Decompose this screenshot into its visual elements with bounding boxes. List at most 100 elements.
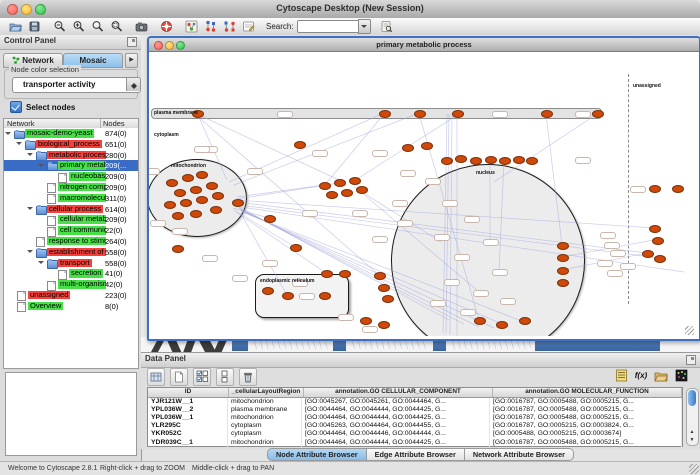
network-node[interactable] xyxy=(164,201,176,209)
table-row[interactable]: YJR121W__1mitochondrion[GO:0045267, GO:0… xyxy=(148,398,682,406)
network-node[interactable] xyxy=(496,321,508,329)
search-input[interactable] xyxy=(297,20,358,33)
network-node[interactable] xyxy=(290,244,302,252)
tree-row[interactable]: multi-organism pro42(0) xyxy=(4,279,138,290)
tree-row[interactable]: macromolecule311(0) xyxy=(4,193,138,204)
zoom-selected-icon[interactable] xyxy=(110,20,123,33)
tree-row-label[interactable]: response to stimulu xyxy=(47,237,106,246)
network-node[interactable] xyxy=(319,292,331,300)
network-node[interactable] xyxy=(474,317,486,325)
tree-row[interactable]: transport558(0) xyxy=(4,258,138,269)
vizmapper-icon[interactable] xyxy=(185,20,198,33)
network-node[interactable] xyxy=(649,225,661,233)
table-cell[interactable]: mitochondrion xyxy=(228,398,302,406)
network-node[interactable] xyxy=(196,196,208,204)
table-cell[interactable]: [GO:0044464, GO:0044444, GO:0044425, G..… xyxy=(302,414,490,422)
unselect-attributes-icon[interactable] xyxy=(216,368,234,386)
zoom-in-icon[interactable] xyxy=(72,20,85,33)
network-node[interactable] xyxy=(379,110,391,118)
table-row[interactable]: YDR039C__1mitochondrion[GO:0044464, GO:0… xyxy=(148,439,682,447)
network-node[interactable] xyxy=(190,186,202,194)
tree-row[interactable]: nitrogen compo209(0) xyxy=(4,182,138,193)
network-node[interactable] xyxy=(374,272,386,280)
network-node[interactable] xyxy=(334,179,346,187)
table-cell[interactable]: YJR121W__1 xyxy=(148,398,228,406)
network-node[interactable] xyxy=(557,279,569,287)
expand-triangle-icon[interactable] xyxy=(38,261,44,267)
network-window-titlebar[interactable]: primary metabolic process xyxy=(149,38,699,52)
table-cell[interactable]: mitochondrion xyxy=(228,439,302,447)
network-node[interactable] xyxy=(652,237,664,245)
table-cell[interactable]: [GO:0016787, GO:0005488, GO:0005215, G..… xyxy=(490,439,682,447)
network-node[interactable] xyxy=(174,189,186,197)
table-column-header[interactable]: _cellularLayoutRegion xyxy=(229,388,304,397)
network-node[interactable] xyxy=(485,156,497,164)
float-data-panel-icon[interactable] xyxy=(686,355,696,365)
network-node[interactable] xyxy=(319,182,331,190)
search-config-icon[interactable] xyxy=(380,20,393,33)
table-cell[interactable]: mitochondrion xyxy=(228,414,302,422)
tab-network-attribute-browser[interactable]: Network Attribute Browser xyxy=(465,448,574,461)
new-attribute-icon[interactable] xyxy=(170,368,188,386)
table-row[interactable]: YPL036W__2plasma membrane[GO:0044464, GO… xyxy=(148,406,682,414)
table-cell[interactable]: YPL036W__2 xyxy=(148,406,228,414)
tree-row-label[interactable]: metabolic process xyxy=(47,151,106,160)
table-row[interactable]: YKR052Ccytoplasm[GO:0044464, GO:0044446,… xyxy=(148,430,682,438)
network-window-resize-grip[interactable] xyxy=(685,326,694,335)
app-resize-grip[interactable] xyxy=(689,464,699,474)
edit-network-icon-2[interactable] xyxy=(223,20,236,33)
table-row[interactable]: YLR295Ccytoplasm[GO:0045263, GO:0044464,… xyxy=(148,422,682,430)
network-node[interactable] xyxy=(557,267,569,275)
network-node[interactable] xyxy=(172,212,184,220)
table-cell[interactable]: YLR295C xyxy=(148,422,228,430)
table-cell[interactable]: [GO:0016787, GO:0005488, GO:0005215, G..… xyxy=(490,398,682,406)
zoom-out-icon[interactable] xyxy=(53,20,66,33)
expand-triangle-icon[interactable] xyxy=(27,207,33,213)
annotation-tool-icon[interactable] xyxy=(242,20,255,33)
delete-attribute-icon[interactable] xyxy=(239,368,257,386)
table-cell[interactable]: [GO:0045263, GO:0044464, GO:0044455, G..… xyxy=(302,422,490,430)
network-node[interactable] xyxy=(321,270,333,278)
tree-row-label[interactable]: mosaic-demo-yeast xyxy=(25,129,94,138)
table-cell[interactable]: plasma membrane xyxy=(228,406,302,414)
tree-row[interactable]: primary metabo209(... xyxy=(4,160,138,171)
table-scrollbar-thumb[interactable] xyxy=(688,390,696,406)
select-nodes-checkbox[interactable] xyxy=(10,101,22,113)
tree-row[interactable]: Overview8(0) xyxy=(4,301,138,312)
network-node[interactable] xyxy=(326,191,338,199)
formula-builder-icon[interactable]: f(x) xyxy=(634,369,648,382)
network-node[interactable] xyxy=(182,174,194,182)
network-node[interactable] xyxy=(402,144,414,152)
snapshot-icon[interactable] xyxy=(135,20,148,33)
tree-row[interactable]: cell communicat22(0) xyxy=(4,225,138,236)
network-node[interactable] xyxy=(499,157,511,165)
table-scrollbar[interactable]: ▲ ▼ xyxy=(686,388,699,446)
table-row[interactable]: YPL036W__1mitochondrion[GO:0044464, GO:0… xyxy=(148,414,682,422)
network-node[interactable] xyxy=(649,185,661,193)
float-panel-icon[interactable] xyxy=(127,37,137,47)
network-node[interactable] xyxy=(378,284,390,292)
table-cell[interactable]: [GO:0016787, GO:0005215, GO:0003824, G..… xyxy=(490,422,682,430)
tree-row-label[interactable]: secretion xyxy=(69,269,103,278)
table-cell[interactable]: [GO:0044464, GO:0044444, GO:0044425, G..… xyxy=(302,406,490,414)
network-node[interactable] xyxy=(470,157,482,165)
tree-row-label[interactable]: biological_process xyxy=(36,140,102,149)
network-node[interactable] xyxy=(421,142,433,150)
table-column-header[interactable]: ID xyxy=(148,388,229,397)
network-node[interactable] xyxy=(557,254,569,262)
attribute-panel-icon[interactable] xyxy=(147,368,165,386)
table-cell[interactable]: YKR052C xyxy=(148,430,228,438)
tree-row-label[interactable]: primary metabo xyxy=(58,161,106,170)
network-node[interactable] xyxy=(172,245,184,253)
expand-triangle-icon[interactable] xyxy=(38,164,44,170)
network-node[interactable] xyxy=(382,295,394,303)
expand-triangle-icon[interactable] xyxy=(5,132,11,138)
tree-row-label[interactable]: cellular metabo xyxy=(58,215,106,224)
network-node[interactable] xyxy=(190,210,202,218)
tree-row-label[interactable]: unassigned xyxy=(28,291,70,300)
node-color-dropdown[interactable]: transporter activity xyxy=(12,77,141,93)
search-dropdown-arrow-icon[interactable] xyxy=(358,19,371,34)
expand-triangle-icon[interactable] xyxy=(16,142,22,148)
table-cell[interactable]: [GO:0044464, GO:0044444, GO:0044425, G..… xyxy=(302,439,490,447)
import-attributes-icon[interactable] xyxy=(654,369,668,382)
